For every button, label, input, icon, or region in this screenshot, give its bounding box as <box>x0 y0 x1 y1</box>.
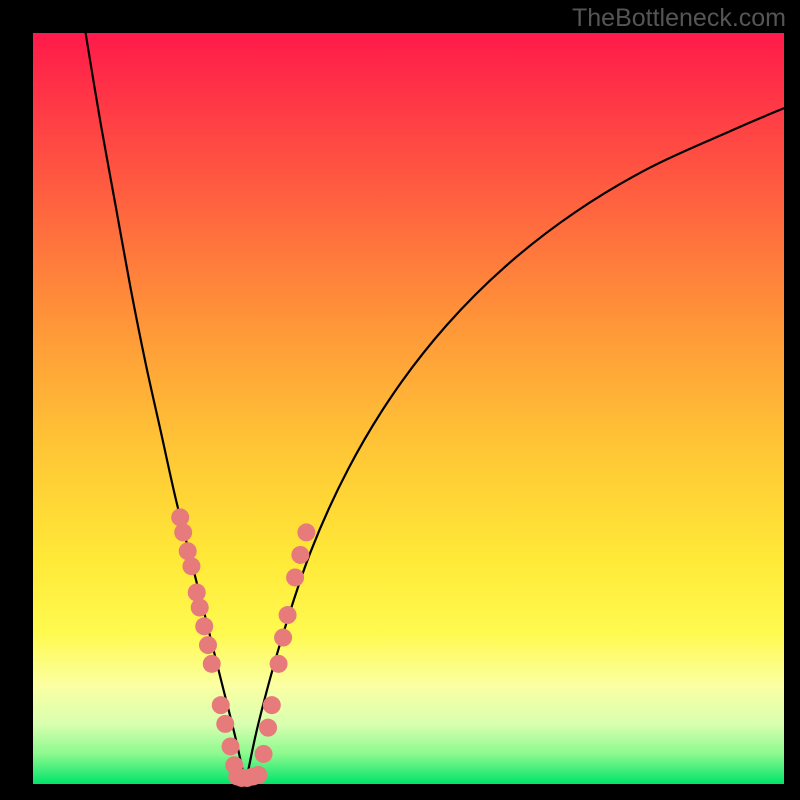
highlight-dot <box>199 636 217 654</box>
chart-frame: TheBottleneck.com <box>0 0 800 800</box>
highlight-dot <box>222 737 240 755</box>
right-branch-curve <box>246 108 784 784</box>
highlight-dots <box>171 508 315 787</box>
highlight-dot <box>297 523 315 541</box>
highlight-dot <box>191 599 209 617</box>
left-branch-curve <box>86 33 246 784</box>
highlight-dot <box>182 557 200 575</box>
highlight-dot <box>195 617 213 635</box>
highlight-dot <box>255 745 273 763</box>
highlight-dot <box>174 523 192 541</box>
highlight-dot <box>179 542 197 560</box>
highlight-dot <box>274 629 292 647</box>
highlight-dot <box>286 568 304 586</box>
watermark-text: TheBottleneck.com <box>572 4 786 33</box>
highlight-dot <box>249 766 267 784</box>
highlight-dot <box>259 719 277 737</box>
highlight-dot <box>212 696 230 714</box>
highlight-dot <box>263 696 281 714</box>
highlight-dot <box>216 715 234 733</box>
highlight-dot <box>270 655 288 673</box>
highlight-dot <box>188 583 206 601</box>
curve-layer <box>33 33 784 784</box>
highlight-dot <box>171 508 189 526</box>
highlight-dot <box>291 546 309 564</box>
highlight-dot <box>203 655 221 673</box>
highlight-dot <box>279 606 297 624</box>
